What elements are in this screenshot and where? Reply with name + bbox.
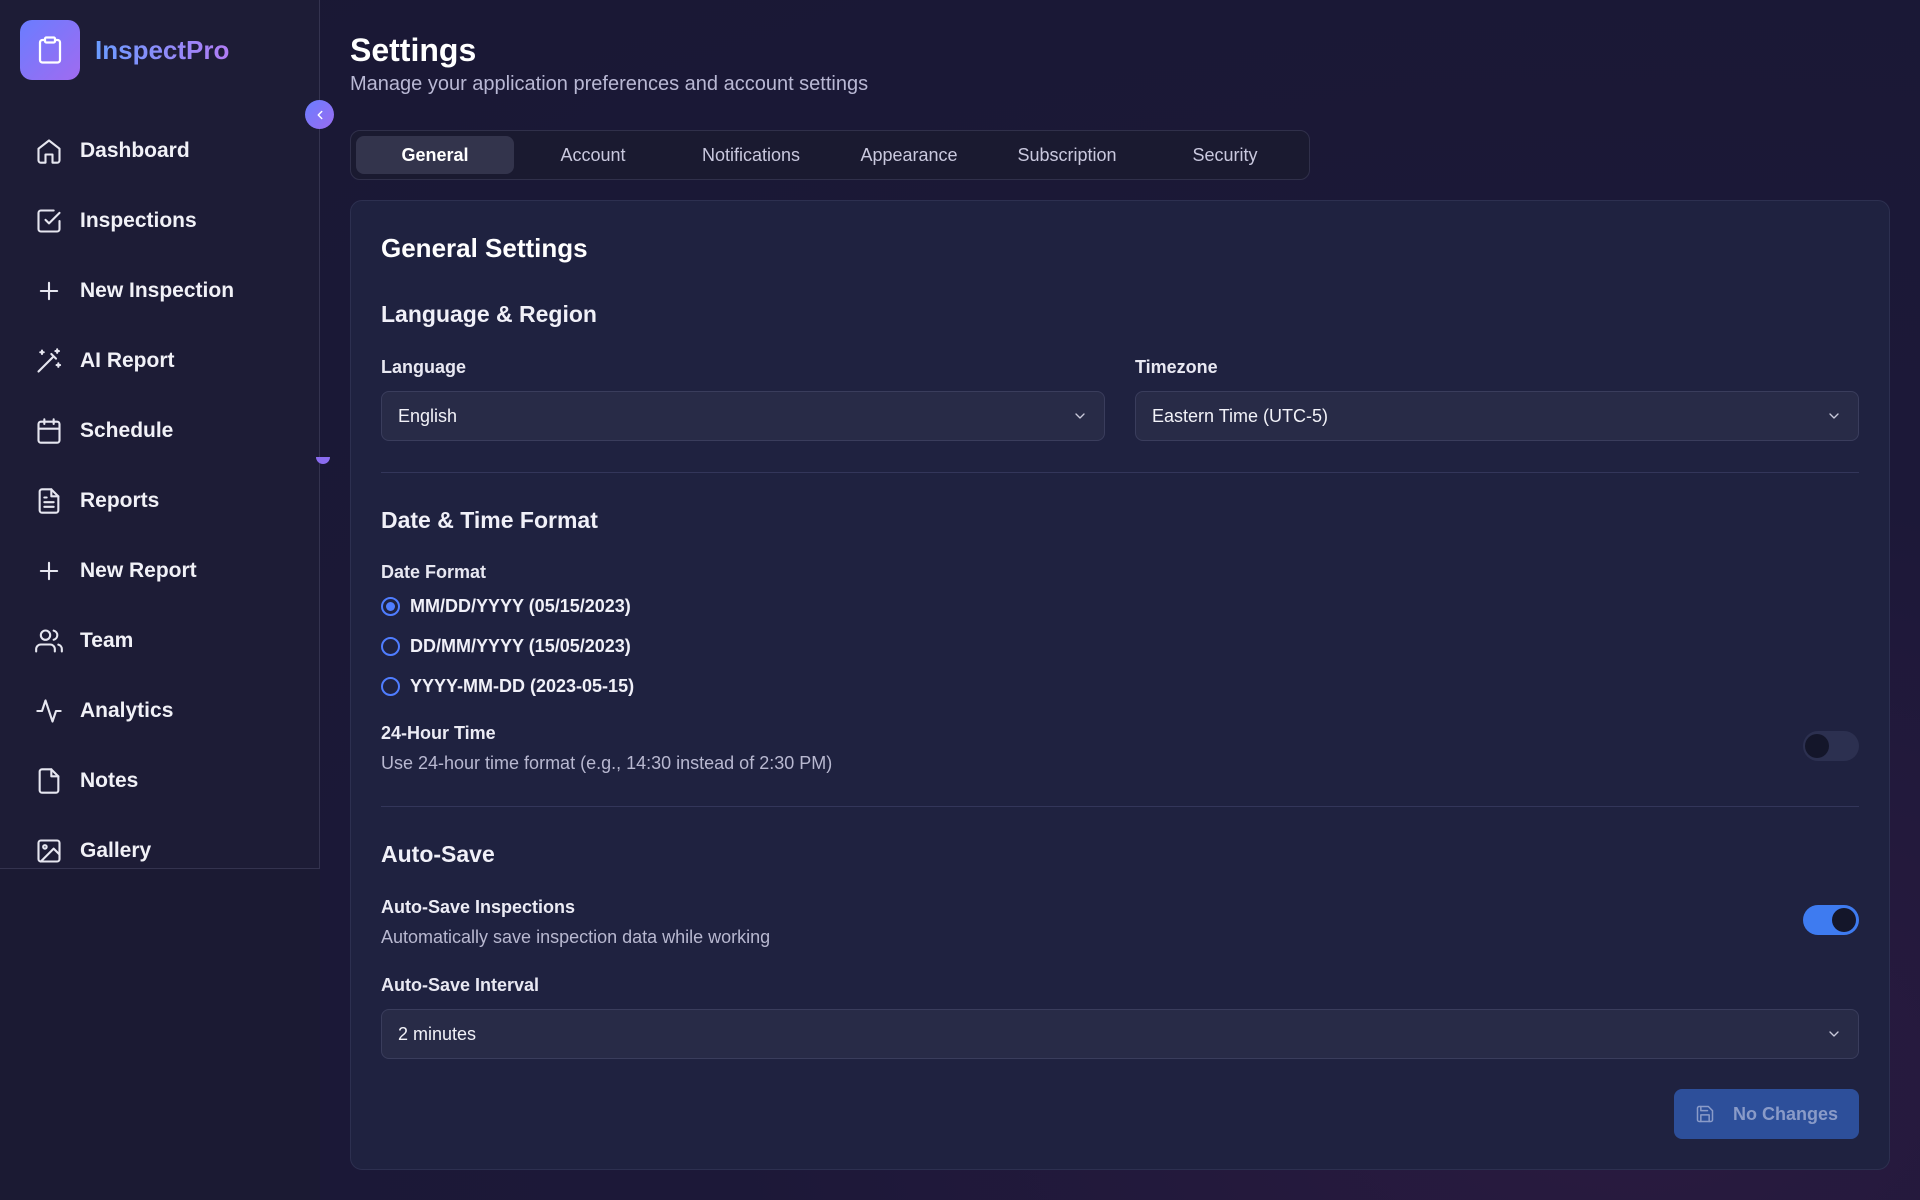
- save-button-label: No Changes: [1732, 1103, 1838, 1124]
- language-label: Language: [381, 357, 467, 377]
- radio-label: DD/MM/YYYY (15/05/2023): [410, 636, 631, 656]
- language-select[interactable]: English: [381, 391, 1105, 441]
- sidebar-collapse-button[interactable]: [305, 100, 334, 129]
- radio-button[interactable]: [381, 637, 400, 656]
- sidebar-item-notes[interactable]: Notes: [20, 746, 300, 816]
- hour24-title: 24-Hour Time: [381, 723, 496, 743]
- sidebar-item-gallery[interactable]: Gallery: [20, 816, 300, 886]
- radio-button[interactable]: [381, 597, 400, 616]
- auto-save-interval-select[interactable]: 2 minutes: [381, 1009, 1859, 1059]
- chevron-down-icon: [1829, 413, 1839, 419]
- hour24-toggle[interactable]: [1803, 731, 1859, 761]
- sidebar-item-label: Dashboard: [80, 139, 190, 162]
- app-name: InspectPro: [95, 34, 230, 65]
- general-settings-card: General Settings Language & Region Langu…: [350, 200, 1890, 1170]
- users-icon: [34, 626, 64, 656]
- sidebar-item-dashboard[interactable]: Dashboard: [20, 116, 300, 186]
- sidebar-item-label: New Report: [80, 559, 197, 582]
- page-subtitle: Manage your application preferences and …: [350, 73, 869, 95]
- section-heading: General Settings: [381, 233, 588, 263]
- auto-save-toggle[interactable]: [1803, 905, 1859, 935]
- plus-icon: [34, 276, 64, 306]
- sidebar-item-new-inspection[interactable]: New Inspection: [20, 256, 300, 326]
- timezone-label: Timezone: [1135, 357, 1218, 377]
- plus-icon: [34, 556, 64, 586]
- sidebar-item-label: Team: [80, 629, 134, 652]
- auto-save-title: Auto-Save Inspections: [381, 897, 576, 917]
- sidebar-item-analytics[interactable]: Analytics: [20, 676, 300, 746]
- auto-save-interval-label: Auto-Save Interval: [381, 975, 540, 995]
- tab-appearance[interactable]: Appearance: [830, 136, 988, 174]
- sidebar: InspectPro Dashboard Inspections New Ins…: [0, 0, 320, 1200]
- tab-security[interactable]: Security: [1146, 136, 1304, 174]
- file-text-icon: [34, 486, 64, 516]
- auto-save-interval-value: 2 minutes: [398, 1023, 477, 1044]
- file-icon: [34, 766, 64, 796]
- sidebar-item-label: AI Report: [80, 349, 175, 372]
- page-title: Settings: [350, 32, 477, 68]
- save-button[interactable]: No Changes: [1674, 1089, 1859, 1139]
- chevron-down-icon: [1075, 413, 1085, 419]
- sidebar-nav: Dashboard Inspections New Inspection AI …: [20, 116, 300, 886]
- radio-label: MM/DD/YYYY (05/15/2023): [410, 596, 631, 616]
- chevron-left-icon: [317, 110, 322, 119]
- image-icon: [34, 836, 64, 866]
- tab-notifications[interactable]: Notifications: [672, 136, 830, 174]
- sidebar-item-label: Inspections: [80, 209, 197, 232]
- radio-label: YYYY-MM-DD (2023-05-15): [410, 676, 635, 696]
- sidebar-panel: InspectPro Dashboard Inspections New Ins…: [0, 0, 320, 869]
- auto-save-heading: Auto-Save: [381, 841, 495, 867]
- timezone-select[interactable]: Eastern Time (UTC-5): [1135, 391, 1859, 441]
- sidebar-item-schedule[interactable]: Schedule: [20, 396, 300, 466]
- date-format-label: Date Format: [381, 562, 487, 582]
- sidebar-item-label: Gallery: [80, 839, 152, 862]
- date-format-option-mdy[interactable]: MM/DD/YYYY (05/15/2023): [381, 596, 631, 617]
- save-icon: [1696, 1105, 1714, 1123]
- sidebar-item-team[interactable]: Team: [20, 606, 300, 676]
- hour24-description: Use 24-hour time format (e.g., 14:30 ins…: [381, 753, 833, 773]
- sidebar-item-label: Reports: [80, 489, 160, 512]
- language-value: English: [398, 405, 458, 426]
- divider: [381, 472, 1859, 473]
- check-square-icon: [34, 206, 64, 236]
- date-time-heading: Date & Time Format: [381, 507, 598, 533]
- timezone-value: Eastern Time (UTC-5): [1152, 405, 1329, 426]
- brand[interactable]: InspectPro: [20, 20, 229, 80]
- calendar-icon: [34, 416, 64, 446]
- radio-button[interactable]: [381, 677, 400, 696]
- toggle-knob: [1832, 908, 1856, 932]
- date-format-option-ymd[interactable]: YYYY-MM-DD (2023-05-15): [381, 676, 634, 697]
- activity-icon: [34, 696, 64, 726]
- language-region-heading: Language & Region: [381, 301, 597, 327]
- sidebar-item-new-report[interactable]: New Report: [20, 536, 300, 606]
- chevron-down-icon: [1829, 1031, 1839, 1037]
- tab-general[interactable]: General: [356, 136, 514, 174]
- sidebar-item-label: Analytics: [80, 699, 174, 722]
- date-format-option-dmy[interactable]: DD/MM/YYYY (15/05/2023): [381, 636, 631, 657]
- sidebar-item-reports[interactable]: Reports: [20, 466, 300, 536]
- magic-wand-icon: [34, 346, 64, 376]
- settings-tabs: General Account Notifications Appearance…: [350, 130, 1310, 180]
- home-icon: [34, 136, 64, 166]
- sidebar-item-inspections[interactable]: Inspections: [20, 186, 300, 256]
- divider: [381, 806, 1859, 807]
- sidebar-item-label: New Inspection: [80, 279, 235, 302]
- tab-account[interactable]: Account: [514, 136, 672, 174]
- auto-save-description: Automatically save inspection data while…: [381, 927, 771, 947]
- sidebar-item-label: Schedule: [80, 419, 174, 442]
- sidebar-item-ai-report[interactable]: AI Report: [20, 326, 300, 396]
- sidebar-item-label: Notes: [80, 769, 139, 792]
- tab-subscription[interactable]: Subscription: [988, 136, 1146, 174]
- clipboard-icon: [20, 20, 80, 80]
- toggle-knob: [1805, 734, 1829, 758]
